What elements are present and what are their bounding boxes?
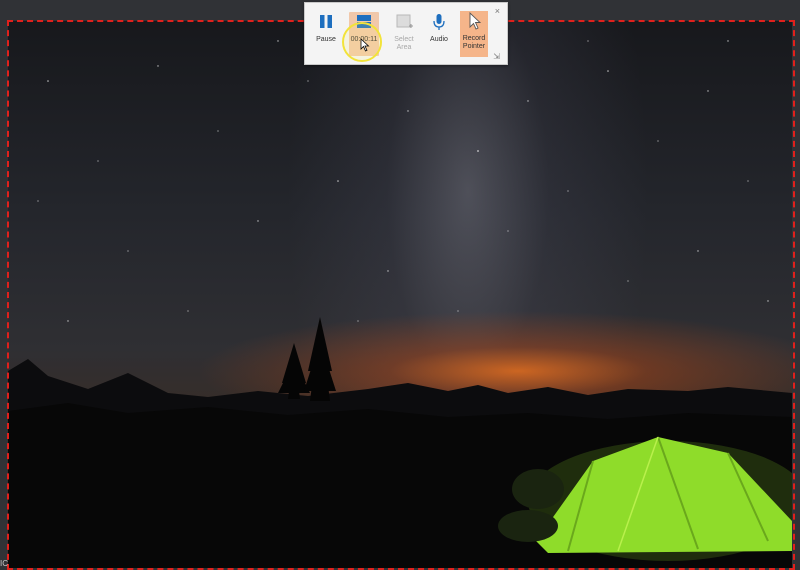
record-pointer-label: Record Pointer bbox=[462, 35, 486, 50]
pin-icon[interactable]: ⇲ bbox=[493, 52, 500, 61]
record-pointer-button[interactable]: Record Pointer bbox=[460, 11, 488, 57]
audio-button[interactable]: Audio bbox=[424, 12, 454, 56]
edge-text: IC bbox=[0, 559, 8, 568]
microphone-icon bbox=[433, 14, 445, 30]
select-area-icon bbox=[396, 14, 413, 28]
pointer-icon bbox=[469, 11, 482, 30]
close-icon[interactable]: × bbox=[495, 6, 500, 16]
select-area-button[interactable]: Select Area bbox=[389, 12, 419, 56]
night-sky-photo bbox=[8, 40, 792, 568]
pause-button[interactable]: Pause bbox=[311, 12, 341, 56]
pause-icon bbox=[320, 15, 332, 28]
audio-label: Audio bbox=[430, 36, 448, 43]
select-area-label: Select Area bbox=[394, 36, 414, 51]
mouse-cursor-icon bbox=[360, 38, 370, 52]
recording-capture-area bbox=[8, 21, 792, 568]
screen-recording-toolbar: Pause 00:00:11 Select Area Audio Record … bbox=[304, 2, 508, 65]
pause-label: Pause bbox=[316, 36, 336, 43]
